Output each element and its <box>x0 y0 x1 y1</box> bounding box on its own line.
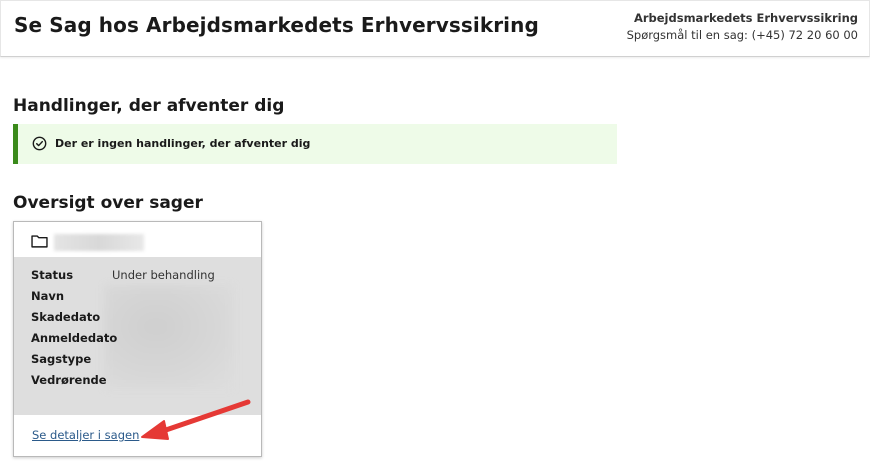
row-label-navn: Navn <box>31 289 65 303</box>
case-card-details: Status Under behandling Navn Skadedato A… <box>14 257 261 415</box>
check-circle-icon <box>32 136 47 151</box>
page-header: Se Sag hos Arbejdsmarkedets Erhvervssikr… <box>0 0 870 57</box>
row-value-status: Under behandling <box>112 268 215 282</box>
header-organization: Arbejdsmarkedets Erhvervssikring <box>633 11 858 25</box>
case-details-link[interactable]: Se detaljer i sagen <box>32 428 139 442</box>
page: Se Sag hos Arbejdsmarkedets Erhvervssikr… <box>0 0 870 468</box>
header-contact: Arbejdsmarkedets Erhvervssikring Spørgsm… <box>627 10 858 44</box>
folder-icon <box>31 235 48 248</box>
annotation-arrow <box>141 399 251 440</box>
redacted-values <box>104 285 234 389</box>
case-card-header <box>14 222 261 257</box>
header-phone: Spørgsmål til en sag: (+45) 72 20 60 00 <box>626 28 858 42</box>
row-label-anmeldedato: Anmeldedato <box>31 331 118 345</box>
actions-heading: Handlinger, der afventer dig <box>13 96 285 116</box>
alert-message: Der er ingen handlinger, der afventer di… <box>55 137 311 150</box>
case-id-redacted <box>54 234 144 251</box>
overview-heading: Oversigt over sager <box>13 193 203 213</box>
page-title: Se Sag hos Arbejdsmarkedets Erhvervssikr… <box>14 13 539 37</box>
no-actions-alert: Der er ingen handlinger, der afventer di… <box>13 124 617 164</box>
row-label-vedroerende: Vedrørende <box>31 373 107 387</box>
row-label-sagstype: Sagstype <box>31 352 92 366</box>
row-label-status: Status <box>31 268 74 282</box>
row-label-skadedato: Skadedato <box>31 310 101 324</box>
